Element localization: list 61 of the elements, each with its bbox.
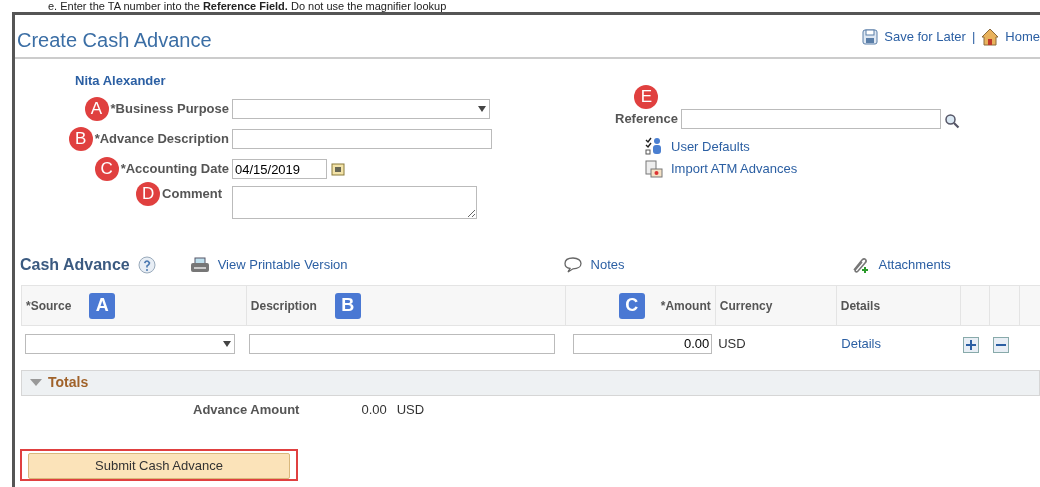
separator: | xyxy=(971,28,976,46)
field-label: *Accounting Date xyxy=(120,160,229,179)
page-title: Create Cash Advance xyxy=(17,28,212,53)
annotation-marker: E xyxy=(634,85,659,109)
column-header: Currency xyxy=(719,297,773,315)
advance-amount-value: 0.00 xyxy=(361,400,387,419)
import-atm-advances-link[interactable]: Import ATM Advances xyxy=(671,159,798,179)
add-row-icon[interactable] xyxy=(963,336,980,353)
details-link[interactable]: Details xyxy=(841,336,881,351)
field-label: Comment xyxy=(162,185,222,204)
speech-bubble-icon xyxy=(562,256,583,274)
caret-icon xyxy=(477,104,487,114)
submit-cash-advance-button[interactable]: Submit Cash Advance xyxy=(28,453,290,479)
annotation-marker: A xyxy=(89,292,116,319)
advance-amount-currency: USD xyxy=(396,400,425,419)
column-header: *Source xyxy=(26,297,72,315)
comment-field[interactable] xyxy=(232,186,477,219)
advance-amount-label: Advance Amount xyxy=(193,400,300,419)
reference-field[interactable] xyxy=(680,108,941,129)
advance-description-field[interactable] xyxy=(232,129,492,149)
business-purpose-select[interactable] xyxy=(232,99,490,119)
collapse-icon[interactable] xyxy=(30,377,42,388)
search-icon[interactable] xyxy=(943,112,960,129)
delete-row-icon[interactable] xyxy=(992,336,1009,353)
user-defaults-icon xyxy=(645,137,663,156)
description-field[interactable] xyxy=(249,333,556,354)
printer-icon xyxy=(189,257,210,273)
home-icon xyxy=(981,27,1000,46)
annotation-marker: A xyxy=(84,97,109,121)
save-icon xyxy=(862,28,879,45)
annotation-marker: D xyxy=(136,182,161,206)
annotation-marker: B xyxy=(68,127,93,151)
import-icon xyxy=(645,159,663,178)
column-header: Details xyxy=(840,297,881,315)
totals-header[interactable]: Totals xyxy=(21,369,1040,396)
annotation-marker: B xyxy=(334,292,361,319)
instruction-text: e. Enter the TA number into the Reference Field. Do not use the magnifier lookup xyxy=(47,0,448,12)
accounting-date-field[interactable]: 04/15/2019 xyxy=(232,159,327,179)
section-title: Cash Advance xyxy=(20,255,130,275)
help-icon[interactable] xyxy=(137,256,156,274)
employee-name: Nita Alexander xyxy=(74,72,167,90)
totals-title: Totals xyxy=(48,373,89,392)
attachments-link[interactable]: Attachments xyxy=(878,255,951,275)
source-select[interactable] xyxy=(24,333,235,354)
field-label: Reference xyxy=(615,110,678,128)
annotation-marker: C xyxy=(618,292,645,319)
annotation-marker: C xyxy=(94,157,119,181)
column-header: Description xyxy=(250,297,317,315)
save-for-later-link[interactable]: Save for Later xyxy=(884,27,966,47)
column-header: *Amount xyxy=(660,297,711,315)
amount-field[interactable]: 0.00 xyxy=(573,333,713,354)
user-defaults-link[interactable]: User Defaults xyxy=(671,136,750,156)
calendar-icon xyxy=(331,162,345,176)
view-printable-version-link[interactable]: View Printable Version xyxy=(217,255,348,275)
field-label: *Business Purpose xyxy=(110,100,229,119)
paperclip-icon xyxy=(850,256,871,274)
field-label: *Advance Description xyxy=(94,130,229,149)
home-link[interactable]: Home xyxy=(1005,27,1040,47)
notes-link[interactable]: Notes xyxy=(590,255,625,275)
currency-cell: USD xyxy=(715,325,837,362)
caret-icon xyxy=(221,338,232,349)
